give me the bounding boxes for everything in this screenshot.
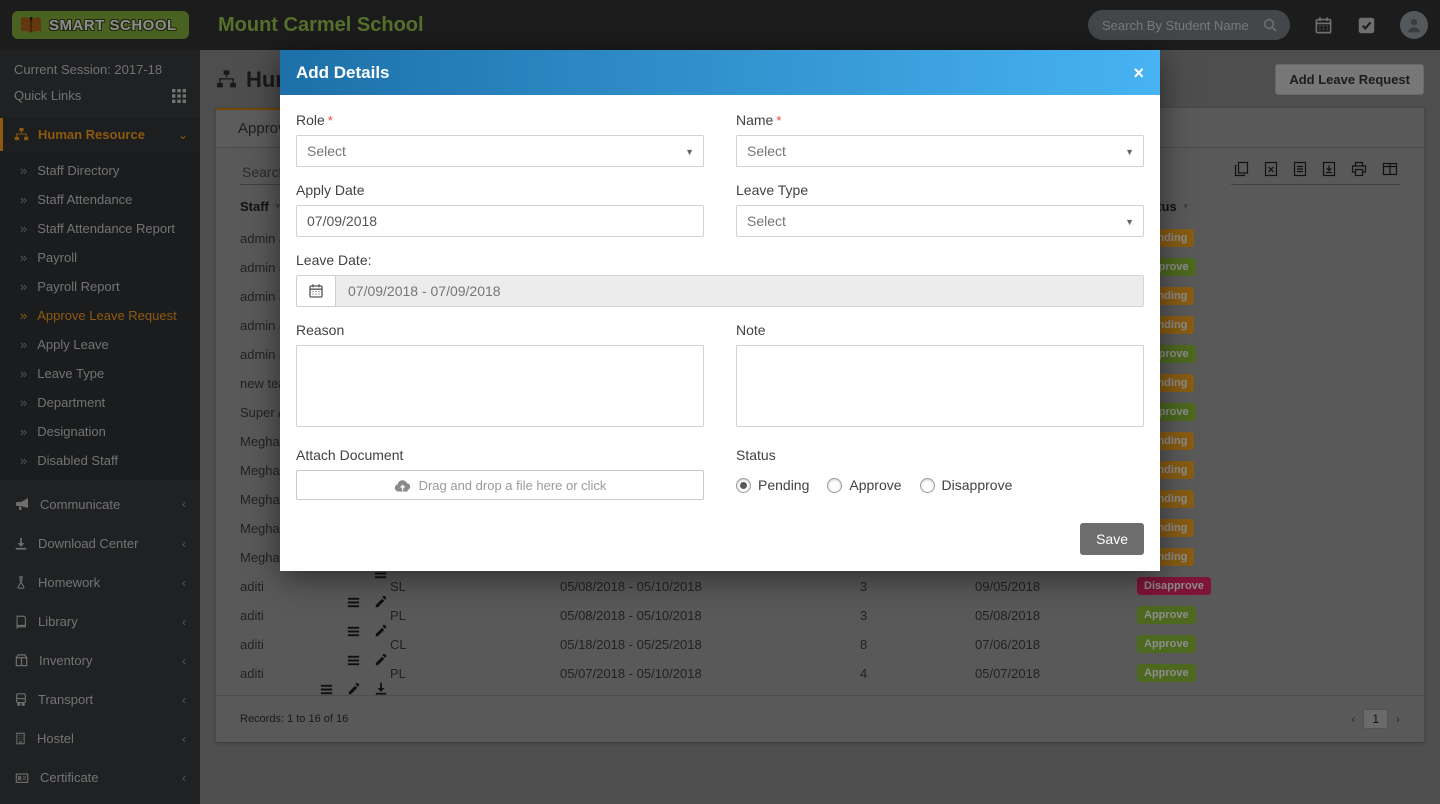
- file-dropzone[interactable]: Drag and drop a file here or click: [296, 470, 704, 500]
- reason-label: Reason: [296, 322, 704, 338]
- reason-textarea[interactable]: [296, 345, 704, 427]
- leave-date-range-input[interactable]: [336, 275, 1144, 307]
- status-radio-group: Pending Approve Disapprove: [736, 470, 1144, 500]
- note-label: Note: [736, 322, 1144, 338]
- modal-header: Add Details ×: [280, 50, 1160, 95]
- leave-date-label: Leave Date:: [296, 252, 1144, 268]
- required-mark: *: [328, 113, 333, 128]
- required-mark: *: [776, 113, 781, 128]
- radio-icon: [827, 478, 842, 493]
- note-textarea[interactable]: [736, 345, 1144, 427]
- select-caret-icon: ▼: [685, 147, 694, 157]
- close-icon[interactable]: ×: [1133, 64, 1144, 82]
- role-select[interactable]: Select▼: [296, 135, 704, 167]
- save-button[interactable]: Save: [1080, 523, 1144, 555]
- app-root: SMART SCHOOL Mount Carmel School Curren: [0, 0, 1440, 804]
- add-details-modal: Add Details × Role* Select▼ Name* Select…: [280, 50, 1160, 571]
- attach-document-label: Attach Document: [296, 447, 704, 463]
- modal-footer: Save: [280, 515, 1160, 571]
- role-label: Role*: [296, 112, 704, 128]
- modal-title: Add Details: [296, 63, 1133, 83]
- apply-date-input[interactable]: [296, 205, 704, 237]
- select-caret-icon: ▼: [1125, 147, 1134, 157]
- select-caret-icon: ▼: [1125, 217, 1134, 227]
- modal-body: Role* Select▼ Name* Select▼ Apply Date L…: [280, 95, 1160, 515]
- cloud-upload-icon: [394, 478, 411, 493]
- radio-icon: [920, 478, 935, 493]
- radio-icon: [736, 478, 751, 493]
- name-label: Name*: [736, 112, 1144, 128]
- leave-type-label: Leave Type: [736, 182, 1144, 198]
- status-radio-pending[interactable]: Pending: [736, 477, 809, 493]
- leave-type-select[interactable]: Select▼: [736, 205, 1144, 237]
- status-radio-disapprove[interactable]: Disapprove: [920, 477, 1013, 493]
- status-radio-approve[interactable]: Approve: [827, 477, 901, 493]
- status-label: Status: [736, 447, 1144, 463]
- calendar-icon[interactable]: [296, 275, 336, 307]
- name-select[interactable]: Select▼: [736, 135, 1144, 167]
- apply-date-label: Apply Date: [296, 182, 704, 198]
